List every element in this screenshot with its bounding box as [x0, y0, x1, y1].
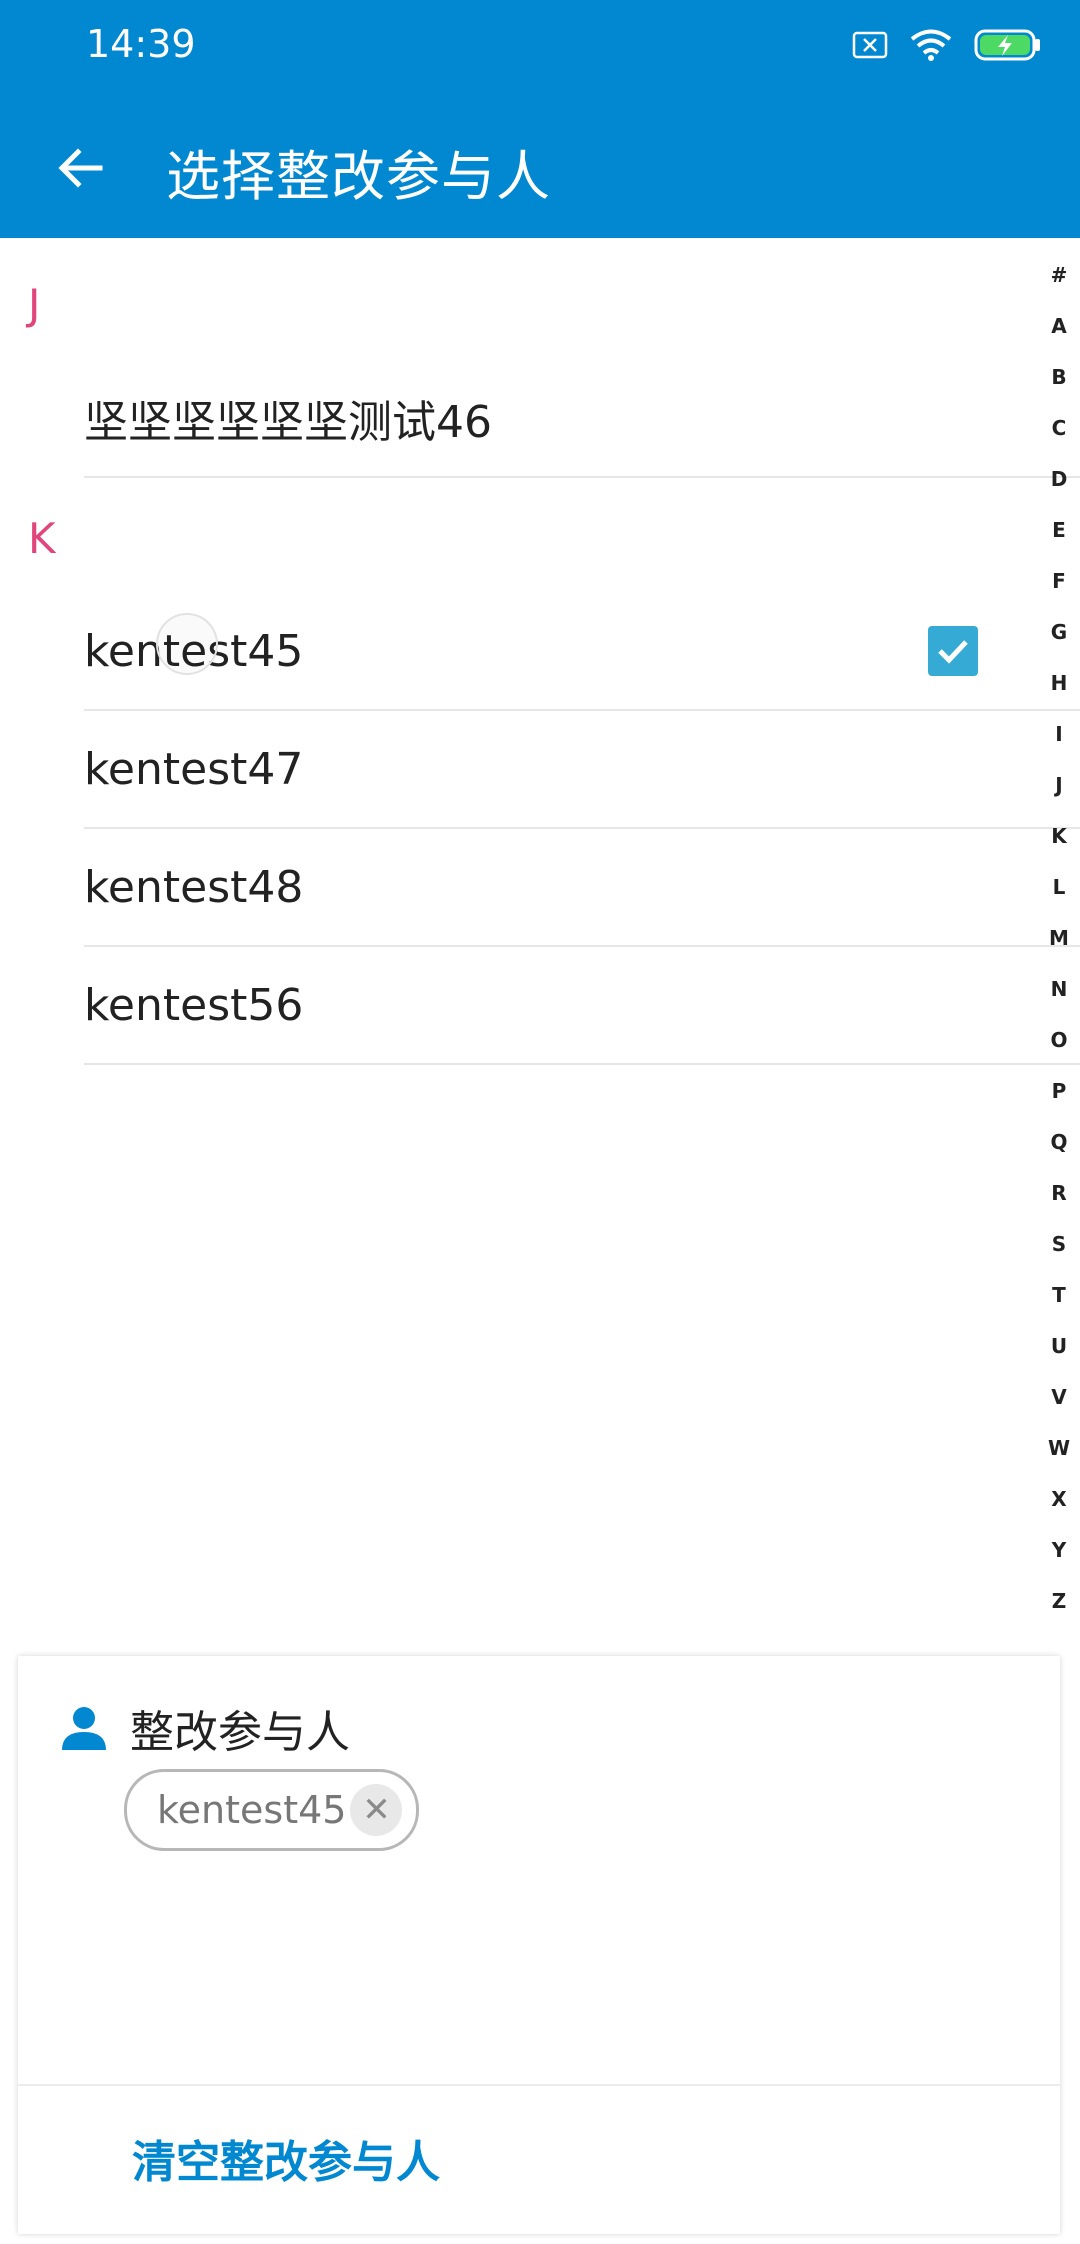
index-letter[interactable]: P: [1052, 1066, 1067, 1117]
index-letter[interactable]: W: [1048, 1423, 1070, 1474]
battery-charging-icon: [974, 29, 1040, 61]
index-letter[interactable]: E: [1052, 505, 1066, 556]
index-letter[interactable]: U: [1051, 1321, 1067, 1372]
list-item-label: kentest56: [84, 979, 304, 1031]
index-letter[interactable]: S: [1052, 1219, 1066, 1270]
touch-ripple: [156, 613, 218, 675]
selected-checkbox[interactable]: [928, 626, 978, 676]
list-item[interactable]: kentest45: [84, 593, 1080, 711]
panel-title: 整改参与人: [130, 1707, 350, 1758]
person-icon: [62, 1707, 106, 1750]
index-letter[interactable]: J: [1055, 760, 1062, 811]
contact-list[interactable]: J 坚坚坚坚坚坚测试46 K kentest45 kentest47 kente…: [0, 238, 1080, 1648]
index-letter[interactable]: Z: [1052, 1576, 1067, 1627]
arrow-back-icon: [58, 148, 103, 188]
chip-label: kentest45: [157, 1788, 347, 1832]
index-letter[interactable]: D: [1051, 454, 1068, 505]
index-letter[interactable]: B: [1051, 352, 1066, 403]
wifi-icon: [910, 29, 952, 61]
section-header-j: J: [28, 280, 41, 329]
list-item[interactable]: kentest48: [84, 829, 1080, 947]
index-letter[interactable]: I: [1055, 709, 1062, 760]
index-letter[interactable]: M: [1049, 913, 1069, 964]
participant-chip[interactable]: kentest45 ✕: [124, 1769, 420, 1851]
index-letter[interactable]: H: [1051, 658, 1068, 709]
index-letter[interactable]: L: [1053, 862, 1066, 913]
clear-participants-button[interactable]: 清空整改参与人: [132, 2126, 440, 2190]
status-bar: 14:39: [0, 0, 1080, 96]
page-title: 选择整改参与人: [166, 145, 551, 208]
index-letter[interactable]: A: [1051, 301, 1066, 352]
index-letter[interactable]: K: [1051, 811, 1067, 862]
check-icon: [938, 640, 968, 664]
panel-header: 整改参与人: [60, 1696, 350, 1760]
index-letter[interactable]: N: [1051, 964, 1068, 1015]
list-item[interactable]: kentest56: [84, 947, 1080, 1065]
divider: [18, 2084, 1060, 2086]
list-item-label: 坚坚坚坚坚坚测试46: [84, 397, 492, 448]
index-letter[interactable]: V: [1051, 1372, 1066, 1423]
alphabet-index-bar[interactable]: # A B C D E F G H I J K L M N O P Q R S …: [1038, 250, 1080, 1627]
index-letter[interactable]: #: [1051, 250, 1068, 301]
index-letter[interactable]: O: [1050, 1015, 1067, 1066]
sim-none-icon: [852, 31, 888, 59]
app-bar: 选择整改参与人: [0, 96, 1080, 238]
index-letter[interactable]: Q: [1050, 1117, 1067, 1168]
participants-panel: 整改参与人 kentest45 ✕ 清空整改参与人: [18, 1656, 1060, 2234]
list-item-label: kentest48: [84, 861, 304, 913]
index-letter[interactable]: C: [1052, 403, 1067, 454]
status-time: 14:39: [86, 22, 196, 66]
index-letter[interactable]: T: [1052, 1270, 1066, 1321]
status-icons: [852, 28, 1042, 62]
list-item[interactable]: 坚坚坚坚坚坚测试46: [84, 360, 1080, 478]
index-letter[interactable]: X: [1051, 1474, 1066, 1525]
index-letter[interactable]: F: [1052, 556, 1066, 607]
back-button[interactable]: [40, 128, 120, 208]
index-letter[interactable]: R: [1051, 1168, 1066, 1219]
close-icon[interactable]: ✕: [350, 1784, 403, 1836]
list-item-label: kentest47: [84, 743, 304, 795]
section-header-k: K: [28, 514, 56, 563]
index-letter[interactable]: G: [1051, 607, 1067, 658]
index-letter[interactable]: Y: [1052, 1525, 1066, 1576]
list-item[interactable]: kentest47: [84, 711, 1080, 829]
